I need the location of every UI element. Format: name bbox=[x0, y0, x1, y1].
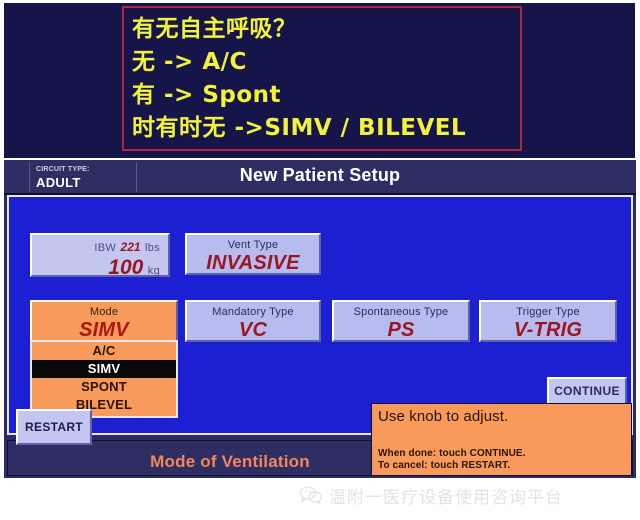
annotation-line-4: 时有时无 ->SIMV / BILEVEL bbox=[132, 115, 467, 141]
ventilator-screen: CIRCUIT TYPE: ADULT New Patient Setup IB… bbox=[4, 160, 636, 478]
mandatory-type-button[interactable]: Mandatory Type VC bbox=[185, 300, 321, 342]
watermark-text: 温附一医疗设备使用咨询平台 bbox=[329, 487, 563, 508]
screen-header: CIRCUIT TYPE: ADULT New Patient Setup bbox=[4, 160, 636, 195]
spontaneous-type-button[interactable]: Spontaneous Type PS bbox=[332, 300, 470, 342]
annotation-area: 有无自主呼吸？ 无 -> A/C 有 -> Spont 时有时无 ->SIMV … bbox=[0, 0, 640, 158]
annotation-top-edge bbox=[0, 0, 640, 3]
annotation-line-3: 有 -> Spont bbox=[132, 82, 282, 108]
instruction-restart-text: To cancel: touch RESTART. bbox=[378, 460, 511, 471]
ibw-kg-value: 100 bbox=[108, 256, 144, 279]
instruction-continue-text: When done: touch CONTINUE. bbox=[378, 448, 526, 459]
vent-type-value: INVASIVE bbox=[206, 252, 300, 274]
mode-label: Mode bbox=[89, 306, 119, 318]
mandatory-type-label: Mandatory Type bbox=[212, 306, 294, 318]
footer-context-label: Mode of Ventilation bbox=[150, 452, 310, 471]
vent-type-label: Vent Type bbox=[227, 239, 279, 251]
mode-dropdown-list[interactable]: A/C SIMV SPONT BILEVEL bbox=[30, 340, 178, 418]
annotation-red-box: 有无自主呼吸？ 无 -> A/C 有 -> Spont 时有时无 ->SIMV … bbox=[122, 6, 522, 151]
ibw-lbs-unit: lbs bbox=[145, 242, 160, 254]
ibw-display[interactable]: IBW 221 lbs 100 kg bbox=[30, 233, 170, 278]
annotation-left-edge bbox=[0, 0, 4, 158]
trigger-type-value: V-TRIG bbox=[513, 319, 583, 341]
spontaneous-type-value: PS bbox=[387, 319, 415, 341]
ibw-label: IBW bbox=[94, 242, 117, 254]
annotation-line-2: 无 -> A/C bbox=[132, 49, 247, 75]
instruction-main-text: Use knob to adjust. bbox=[378, 408, 509, 425]
mode-option-ac[interactable]: A/C bbox=[32, 342, 176, 360]
page-title: New Patient Setup bbox=[239, 165, 401, 185]
annotation-right-edge bbox=[635, 0, 640, 158]
watermark: 温附一医疗设备使用咨询平台 bbox=[300, 480, 630, 510]
mode-option-spont[interactable]: SPONT bbox=[32, 378, 176, 396]
ibw-lbs-row: IBW 221 lbs bbox=[32, 235, 160, 257]
mode-value: SIMV bbox=[79, 319, 129, 341]
annotation-line-1: 有无自主呼吸？ bbox=[132, 16, 297, 42]
restart-button[interactable]: RESTART bbox=[16, 409, 92, 445]
trigger-type-label: Trigger Type bbox=[516, 306, 580, 318]
trigger-type-button[interactable]: Trigger Type V-TRIG bbox=[479, 300, 617, 342]
mode-button[interactable]: Mode SIMV bbox=[30, 300, 178, 342]
continue-button[interactable]: CONTINUE bbox=[547, 377, 627, 405]
instruction-panel: Use knob to adjust. When done: touch CON… bbox=[371, 403, 632, 476]
ibw-kg-row: 100 kg bbox=[32, 257, 160, 282]
ibw-lbs-value: 221 bbox=[120, 240, 141, 254]
spontaneous-type-label: Spontaneous Type bbox=[353, 306, 449, 318]
setup-panel: IBW 221 lbs 100 kg Vent Type INVASIVE Mo… bbox=[7, 195, 633, 435]
wechat-icon bbox=[300, 486, 322, 504]
mode-option-simv[interactable]: SIMV bbox=[32, 360, 176, 378]
screen-footer: RESTART Mode of Ventilation Use knob to … bbox=[7, 403, 633, 476]
mandatory-type-value: VC bbox=[238, 319, 268, 341]
ibw-kg-unit: kg bbox=[147, 265, 160, 277]
vent-type-button[interactable]: Vent Type INVASIVE bbox=[185, 233, 321, 275]
instruction-detail-block: When done: touch CONTINUE. To cancel: to… bbox=[378, 448, 526, 472]
